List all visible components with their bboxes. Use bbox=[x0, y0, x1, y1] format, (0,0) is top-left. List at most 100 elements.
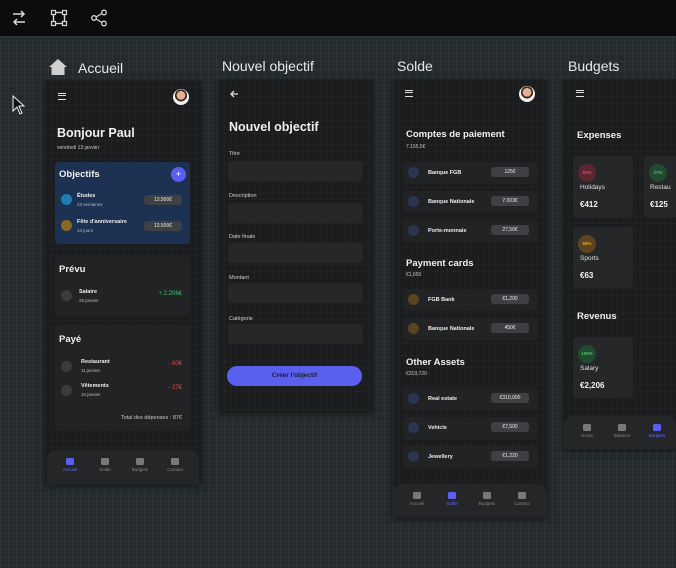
scale-icon bbox=[448, 492, 456, 499]
objectif-value: 13.500€ bbox=[144, 221, 182, 231]
paye-name: Restaurant bbox=[81, 359, 110, 365]
chat-icon bbox=[171, 458, 179, 465]
bottom-nav: Accueil Solde Budgets Contact bbox=[47, 450, 199, 484]
prevu-sub: 25 janvier bbox=[79, 298, 99, 303]
budget-card-salary[interactable]: 100% Salary €2,206 bbox=[573, 337, 633, 398]
menu-icon[interactable] bbox=[405, 90, 413, 97]
create-objectif-button[interactable]: Créer l'objectif bbox=[227, 366, 362, 386]
home-icon bbox=[413, 492, 421, 499]
field-label-montant: Montant bbox=[229, 275, 249, 281]
nav-home[interactable]: Home bbox=[572, 424, 602, 438]
menu-icon[interactable] bbox=[58, 93, 66, 100]
bottom-nav: Home Balance Budgets bbox=[563, 416, 676, 449]
swap-icon[interactable] bbox=[10, 9, 28, 27]
home-icon bbox=[583, 424, 591, 431]
budget-card-holidays[interactable]: 97% Holidays €412 bbox=[573, 156, 633, 217]
fork-icon bbox=[61, 361, 72, 372]
account-row[interactable]: Banque FGB 125€ bbox=[403, 162, 537, 184]
card-row[interactable]: Banque Nationale 450€ bbox=[403, 318, 537, 340]
asset-row[interactable]: Vehicle €7,500 bbox=[403, 417, 537, 439]
prevu-amount: + 2.206€ bbox=[158, 291, 182, 297]
nav-accueil[interactable]: Accueil bbox=[402, 492, 432, 506]
share-icon[interactable] bbox=[90, 9, 108, 27]
paye-sub: 10 janvier bbox=[81, 392, 101, 397]
back-arrow-icon[interactable] bbox=[229, 89, 239, 99]
chat-icon bbox=[518, 492, 526, 499]
current-date: vendredi 13 janvier bbox=[57, 145, 100, 151]
nav-contact[interactable]: Contact bbox=[507, 492, 537, 506]
home-icon bbox=[66, 458, 74, 465]
car-icon bbox=[408, 422, 419, 433]
paye-amount: - 27€ bbox=[168, 385, 182, 391]
montant-input[interactable] bbox=[228, 283, 362, 303]
objectif-sub: 14 jours bbox=[77, 228, 94, 233]
vector-shape-icon[interactable] bbox=[50, 9, 68, 27]
avatar[interactable] bbox=[519, 86, 535, 102]
coins-icon bbox=[483, 492, 491, 499]
progress-ring: 27% bbox=[649, 164, 667, 182]
paye-amount: - 60€ bbox=[168, 361, 182, 367]
cake-icon bbox=[61, 220, 72, 231]
prevu-name: Salaire bbox=[79, 289, 98, 295]
objectif-sub: 23 semaines bbox=[77, 202, 103, 207]
account-row[interactable]: Banque Nationale 7.003€ bbox=[403, 191, 537, 213]
nav-budgets[interactable]: Budgets bbox=[472, 492, 502, 506]
bottom-nav: Accueil Solde Budgets Contact bbox=[393, 484, 547, 517]
budgets-screen: Expenses 97% Holidays €412 27% Restau €1… bbox=[563, 79, 676, 449]
objectif-name: Études bbox=[77, 193, 96, 199]
paye-card: Payé Restaurant 11 janvier - 60€ Vêtemen… bbox=[55, 325, 190, 431]
objectifs-title: Objectifs bbox=[59, 169, 100, 180]
asset-row[interactable]: Jewellery €1,220 bbox=[403, 446, 537, 468]
progress-ring: 65% bbox=[578, 235, 596, 253]
group-title: Payment cards bbox=[406, 258, 474, 269]
avatar[interactable] bbox=[173, 89, 189, 105]
shirt-icon bbox=[61, 385, 72, 396]
prevu-card: Prévu Salaire 25 janvier + 2.206€ bbox=[55, 256, 190, 315]
wallet-icon bbox=[408, 225, 419, 236]
titre-input[interactable] bbox=[228, 161, 362, 181]
paye-name: Vêtements bbox=[81, 383, 109, 389]
top-toolbar bbox=[0, 0, 676, 37]
nav-accueil[interactable]: Accueil bbox=[55, 458, 85, 472]
budget-card-restau[interactable]: 27% Restau €125 bbox=[644, 156, 676, 217]
progress-ring: 97% bbox=[578, 164, 596, 182]
nav-budgets[interactable]: Budgets bbox=[642, 424, 672, 438]
nav-solde[interactable]: Solde bbox=[437, 492, 467, 506]
lock-icon bbox=[61, 290, 72, 301]
group-total: €1,650 bbox=[406, 272, 422, 278]
bank-icon bbox=[408, 167, 419, 178]
paye-sub: 11 janvier bbox=[81, 368, 101, 373]
card-row[interactable]: FGB Bank €1,200 bbox=[403, 289, 537, 311]
pointer-cursor-icon bbox=[12, 95, 26, 115]
budget-card-sports[interactable]: 65% Sports €63 bbox=[573, 227, 633, 288]
nav-budgets[interactable]: Budgets bbox=[125, 458, 155, 472]
frame-label-nouvel-objectif[interactable]: Nouvel objectif bbox=[222, 58, 314, 74]
group-total: €319,720 bbox=[406, 371, 427, 377]
nav-solde[interactable]: Solde bbox=[90, 458, 120, 472]
description-input[interactable] bbox=[228, 203, 362, 223]
nav-contact[interactable]: Contact bbox=[160, 458, 190, 472]
frame-label-budgets[interactable]: Budgets bbox=[568, 58, 619, 74]
add-objectif-button[interactable]: + bbox=[171, 167, 186, 182]
asset-row[interactable]: Real estate €310,000 bbox=[403, 388, 537, 410]
house-icon bbox=[408, 393, 419, 404]
prevu-title: Prévu bbox=[59, 264, 86, 275]
expenses-title: Expenses bbox=[577, 130, 622, 141]
menu-icon[interactable] bbox=[576, 90, 584, 97]
frame-label-solde[interactable]: Solde bbox=[397, 58, 433, 74]
paye-title: Payé bbox=[59, 334, 82, 345]
date-input[interactable] bbox=[228, 243, 362, 263]
objectif-value: 13.500€ bbox=[144, 195, 182, 205]
graduation-icon bbox=[61, 194, 72, 205]
nav-balance[interactable]: Balance bbox=[607, 424, 637, 438]
frame-label-accueil[interactable]: Accueil bbox=[78, 60, 123, 76]
objectifs-card: Objectifs + Études 23 semaines 13.500€ F… bbox=[55, 162, 190, 244]
categorie-select[interactable] bbox=[228, 324, 362, 344]
coins-icon bbox=[136, 458, 144, 465]
home-icon bbox=[49, 59, 67, 75]
group-title: Comptes de paiement bbox=[406, 129, 505, 140]
account-row[interactable]: Porte-monnaie 27,50€ bbox=[403, 220, 537, 242]
field-label-categorie: Catégorie bbox=[229, 316, 253, 322]
field-label-description: Description bbox=[229, 193, 257, 199]
scale-icon bbox=[101, 458, 109, 465]
